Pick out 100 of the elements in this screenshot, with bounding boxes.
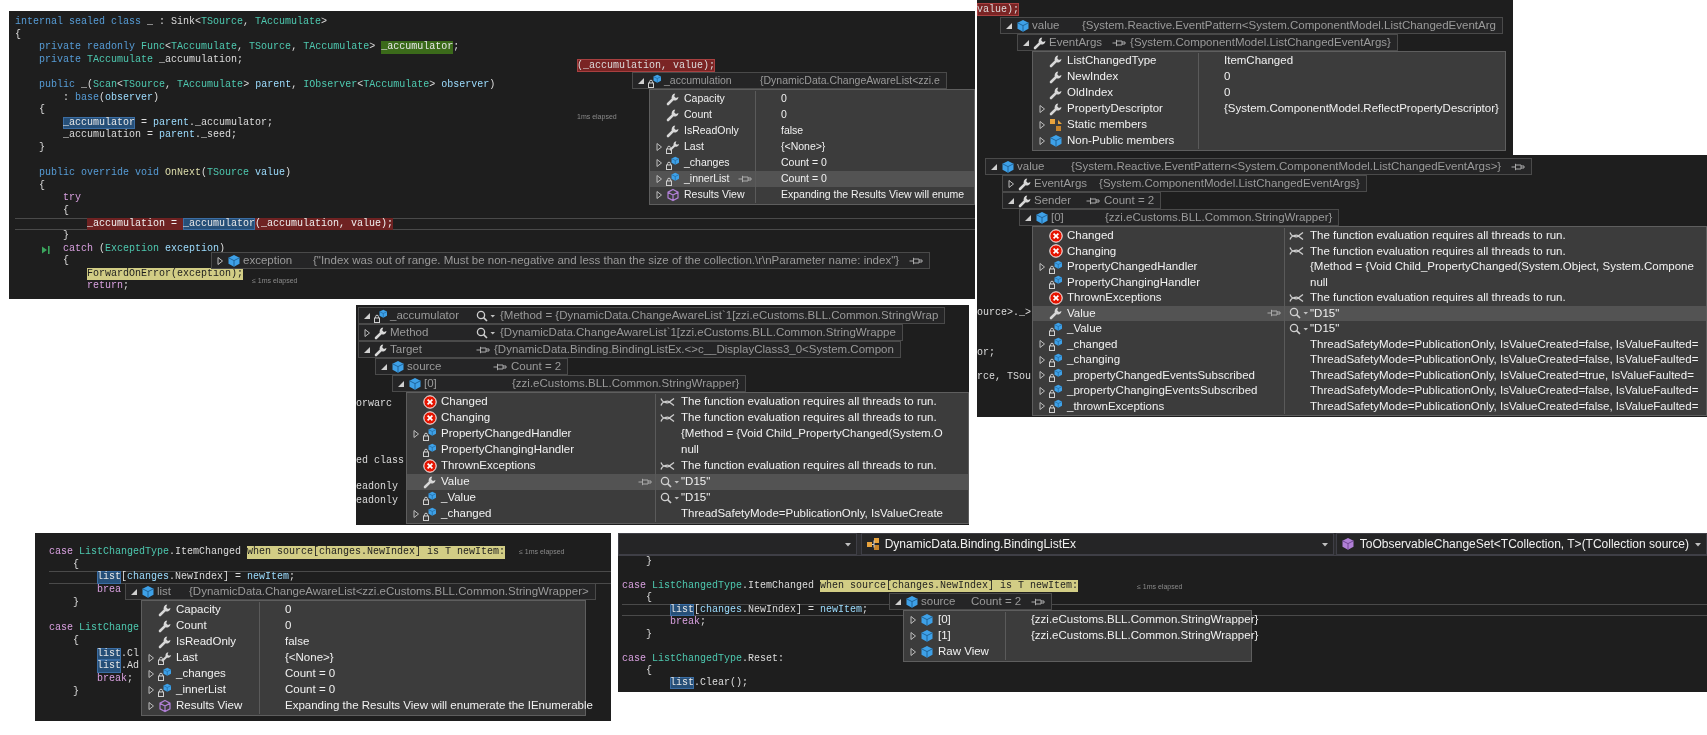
expand-arrow-icon[interactable]: [654, 142, 664, 152]
datatip-row[interactable]: Changing The function evaluation requires all threads to run.: [1033, 243, 1706, 259]
property-value: 0: [285, 618, 292, 634]
datatip-row[interactable]: _thrownExceptions ThreadSafetyMode=PublicationOnly, IsValueCreated=false, IsValueFaulted=: [1033, 398, 1706, 414]
datatip-row[interactable]: Changed The function evaluation requires all threads to run.: [407, 394, 968, 410]
expand-arrow-icon[interactable]: [1037, 370, 1047, 381]
datatip-row[interactable]: Static members: [1033, 117, 1505, 133]
dropdown[interactable]: DynamicData.Binding.BindingListEx: [860, 533, 1334, 555]
datatip-row[interactable]: Capacity 0: [142, 602, 585, 618]
expand-arrow-icon[interactable]: [654, 174, 664, 184]
pin-icon[interactable]: [1086, 196, 1100, 205]
expand-arrow-icon[interactable]: [1037, 104, 1047, 114]
datatip-row[interactable]: Changed The function evaluation requires all threads to run.: [1033, 228, 1706, 244]
datatip-row[interactable]: _innerList Count = 0: [142, 682, 585, 698]
datatip-row[interactable]: ThrownExceptions The function evaluation requires all threads to run.: [1033, 290, 1706, 306]
datatip-row[interactable]: IsReadOnly false: [142, 634, 585, 650]
code-text: ListChange: [79, 622, 140, 635]
pin-icon[interactable]: [493, 362, 507, 371]
datatip-row[interactable]: Count 0: [142, 618, 585, 634]
expand-arrow-icon[interactable]: [411, 429, 421, 439]
magnifier-dropdown-icon[interactable]: [660, 476, 680, 488]
datatip-row[interactable]: Results View Expanding the Results View will enume: [650, 187, 974, 203]
datatip-row[interactable]: PropertyChangingHandler null: [407, 442, 968, 458]
datatip-row[interactable]: _changes Count = 0: [142, 666, 585, 682]
expand-arrow-icon[interactable]: [654, 190, 664, 200]
magnifier-dropdown-icon[interactable]: [476, 309, 496, 322]
datatip-row[interactable]: Value "D15": [407, 474, 968, 490]
variable-value: {DynamicData.Binding.BindingListEx.<>c__DisplayClass3_0<System.Compon: [493, 341, 894, 357]
property-value: {System.ComponentModel.ReflectPropertyDescriptor}: [1224, 101, 1499, 117]
datatip-row[interactable]: OldIndex 0: [1033, 85, 1505, 101]
pin-icon[interactable]: [1112, 38, 1127, 47]
datatip-row[interactable]: PropertyDescriptor {System.ComponentModel.ReflectPropertyDescriptor}: [1033, 101, 1505, 117]
datatip-row[interactable]: PropertyChangedHandler {Method = {Void Child_PropertyChanged(System.Object, System.Compone: [1033, 259, 1706, 275]
datatip-row[interactable]: _propertyChangingEventsSubscribed ThreadSafetyMode=PublicationOnly, IsValueCreated=false, IsValueFaulted=: [1033, 383, 1706, 399]
magnifier-dropdown-icon[interactable]: [1289, 307, 1309, 320]
datatip-row[interactable]: PropertyChangingHandler null: [1033, 274, 1706, 290]
datatip-row[interactable]: _changing ThreadSafetyMode=PublicationOnly, IsValueCreated=false, IsValueFaulted=: [1033, 352, 1706, 368]
expand-arrow-icon[interactable]: [1037, 136, 1047, 146]
expand-arrow-icon[interactable]: [654, 158, 664, 168]
magnifier-dropdown-icon[interactable]: [660, 492, 680, 504]
datatip-row[interactable]: _innerList Count = 0: [650, 171, 974, 187]
cube-icon: [227, 253, 241, 268]
expand-arrow-icon[interactable]: [411, 509, 421, 519]
expand-arrow-icon[interactable]: [146, 701, 156, 711]
datatip-row[interactable]: _Value "D15": [407, 490, 968, 506]
datatip-row[interactable]: PropertyChangedHandler {Method = {Void Child_PropertyChanged(System.O: [407, 426, 968, 442]
datatip-row[interactable]: Raw View: [904, 644, 1251, 660]
datatip-row[interactable]: _changed ThreadSafetyMode=PublicationOnly, IsValueCreate: [407, 506, 968, 522]
property-name: Non-Public members: [1067, 133, 1175, 149]
datatip-row[interactable]: Capacity 0: [650, 91, 974, 107]
code-text: changes: [127, 571, 170, 585]
expand-arrow-icon[interactable]: [146, 653, 156, 663]
expand-arrow-icon[interactable]: [146, 685, 156, 695]
expand-arrow-icon[interactable]: [1037, 401, 1047, 412]
code-fragment: value);: [977, 3, 1019, 16]
threads-icon: [1289, 292, 1304, 303]
expand-arrow-icon[interactable]: [1037, 261, 1047, 272]
expand-arrow-icon[interactable]: [908, 615, 918, 625]
property-name: Changing: [441, 410, 491, 426]
expand-arrow-icon[interactable]: [908, 631, 918, 641]
datatip-row[interactable]: Non-Public members: [1033, 133, 1505, 149]
pin-icon[interactable]: [476, 345, 490, 354]
pin-icon[interactable]: [1267, 309, 1281, 318]
pin-icon[interactable]: [738, 175, 752, 183]
property-name: Changed: [441, 394, 488, 410]
datatip-row[interactable]: IsReadOnly false: [650, 123, 974, 139]
cube-lock-icon: [423, 427, 437, 441]
expand-arrow-icon[interactable]: [146, 669, 156, 679]
datatip-row[interactable]: _propertyChangedEventsSubscribed ThreadSafetyMode=PublicationOnly, IsValueCreated=true, IsValueFaulted=: [1033, 367, 1706, 383]
datatip-row[interactable]: Last {<None>}: [142, 650, 585, 666]
datatip-row[interactable]: Last {<None>}: [650, 139, 974, 155]
property-value: null: [681, 442, 699, 458]
code-text: _accumulation;: [158, 53, 244, 67]
expand-arrow-icon[interactable]: [1037, 339, 1047, 350]
code-text: ;: [862, 604, 869, 617]
datatip-row[interactable]: _changed ThreadSafetyMode=PublicationOnly, IsValueCreated=false, IsValueFaulted=: [1033, 336, 1706, 352]
variable-name: exception: [243, 252, 294, 268]
cube-icon: [141, 584, 155, 599]
datatip-row[interactable]: ListChangedType ItemChanged: [1033, 53, 1505, 69]
datatip-row[interactable]: _Value "D15": [1033, 321, 1706, 337]
code-text: <: [165, 41, 172, 54]
expand-arrow-icon[interactable]: [1006, 178, 1016, 189]
expand-arrow-icon[interactable]: [908, 647, 918, 657]
datatip-row[interactable]: NewIndex 0: [1033, 69, 1505, 85]
pin-icon[interactable]: [638, 478, 652, 486]
magnifier-dropdown-icon[interactable]: [1289, 322, 1309, 335]
datatip-row[interactable]: Count 0: [650, 107, 974, 123]
expand-arrow-icon[interactable]: [1037, 354, 1047, 365]
magnifier-dropdown-icon[interactable]: [476, 326, 496, 339]
datatip-row[interactable]: Changing The function evaluation requires all threads to run.: [407, 410, 968, 426]
expand-arrow-icon[interactable]: [1037, 120, 1047, 130]
expand-arrow-icon[interactable]: [362, 327, 372, 338]
datatip-row[interactable]: Value "D15": [1033, 305, 1706, 321]
property-value: 0: [1224, 69, 1231, 85]
pin-icon[interactable]: [1511, 162, 1526, 171]
expand-arrow-icon[interactable]: [1037, 385, 1047, 396]
pin-icon[interactable]: [909, 256, 924, 265]
pin-icon[interactable]: [1031, 597, 1046, 606]
expand-arrow-icon[interactable]: [215, 255, 225, 266]
dropdown[interactable]: ToObservableChangeSet<TCollection, T>(TCollection source): [1335, 533, 1707, 555]
